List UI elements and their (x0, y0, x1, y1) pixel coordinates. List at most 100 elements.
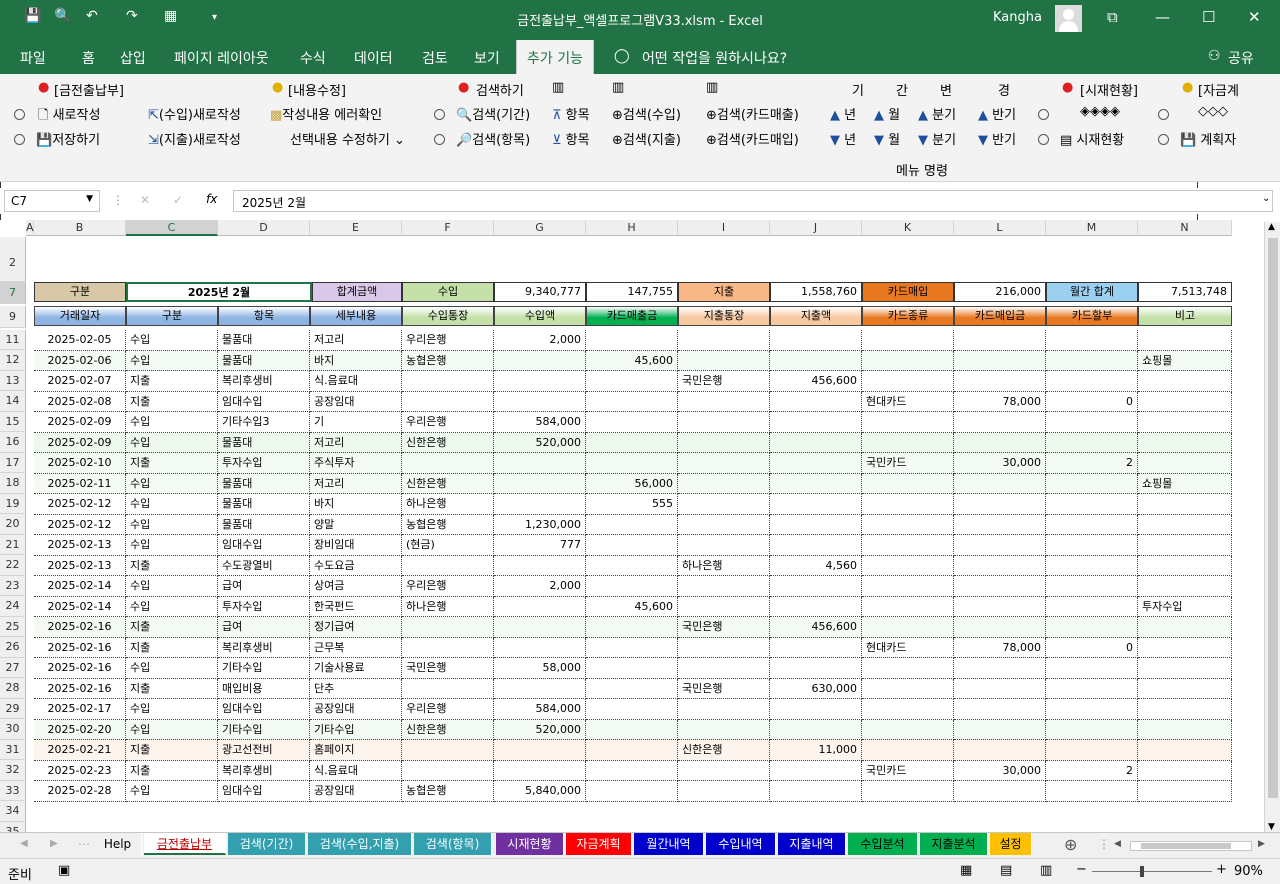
row-header[interactable]: 33 (0, 780, 26, 801)
save-button[interactable]: 💾저장하기 (36, 129, 100, 148)
table-cell[interactable]: 45,600 (586, 350, 678, 371)
table-cell[interactable] (954, 473, 1046, 494)
radio-option[interactable] (14, 107, 25, 122)
table-cell[interactable]: 630,000 (770, 678, 862, 699)
table-cell[interactable]: 기타수입 (218, 658, 310, 679)
table-cell[interactable]: 식.음료대 (310, 760, 402, 781)
table-cell[interactable]: 2025-02-12 (34, 494, 126, 515)
table-cell[interactable]: 물품대 (218, 473, 310, 494)
sheet-tab[interactable]: 월간내역 (634, 833, 704, 855)
vertical-scrollbar[interactable]: ▲ ▼ (1264, 222, 1280, 832)
month-down-button[interactable]: ▼ 월 (874, 129, 900, 148)
row-header[interactable]: 14 (0, 391, 26, 412)
table-cell[interactable]: 정기급여 (310, 617, 402, 638)
table-cell[interactable] (678, 432, 770, 453)
summary-total-label[interactable]: 합계금액 (312, 282, 402, 302)
table-cell[interactable] (494, 371, 586, 392)
table-cell[interactable]: 기술사용료 (310, 658, 402, 679)
row-header[interactable]: 9 (0, 306, 26, 328)
table-cell[interactable] (1138, 555, 1232, 576)
sheet-tab[interactable]: 검색(항목) (414, 833, 492, 855)
sheet-tab[interactable]: Help (94, 833, 142, 855)
table-cell[interactable]: 수입 (126, 514, 218, 535)
page-break-icon[interactable]: ▥ (1040, 863, 1052, 878)
table-cell[interactable] (1046, 473, 1138, 494)
row-header[interactable]: 30 (0, 719, 26, 740)
table-cell[interactable] (770, 596, 862, 617)
table-cell[interactable]: 단추 (310, 678, 402, 699)
table-cell[interactable] (862, 699, 954, 720)
table-cell[interactable] (1138, 432, 1232, 453)
table-cell[interactable] (1138, 514, 1232, 535)
table-cell[interactable]: 30,000 (954, 453, 1046, 474)
table-cell[interactable]: 지출 (126, 617, 218, 638)
table-cell[interactable] (678, 576, 770, 597)
column-header[interactable]: L (954, 220, 1046, 236)
table-cell[interactable]: 수도광열비 (218, 555, 310, 576)
table-cell[interactable] (494, 494, 586, 515)
maximize-icon[interactable]: ☐ (1202, 8, 1215, 26)
table-cell[interactable] (586, 330, 678, 351)
table-cell[interactable] (1046, 350, 1138, 371)
table-cell[interactable]: 584,000 (494, 699, 586, 720)
table-cell[interactable]: 수입 (126, 781, 218, 802)
table-cell[interactable]: 물품대 (218, 432, 310, 453)
table-cell[interactable]: 근무복 (310, 637, 402, 658)
table-cell[interactable]: (현금) (402, 535, 494, 556)
table-cell[interactable] (1046, 535, 1138, 556)
formula-input[interactable]: 2025년 2월 (233, 190, 1273, 212)
table-cell[interactable] (678, 330, 770, 351)
table-cell[interactable] (954, 658, 1046, 679)
table-cell[interactable]: 주식투자 (310, 453, 402, 474)
table-cell[interactable] (678, 412, 770, 433)
zoom-slider[interactable] (1092, 866, 1212, 877)
row-header[interactable]: 24 (0, 596, 26, 617)
column-header[interactable]: K (862, 220, 954, 236)
table-cell[interactable] (586, 699, 678, 720)
table-cell[interactable] (1046, 432, 1138, 453)
table-cell[interactable] (862, 412, 954, 433)
table-cell[interactable]: 2025-02-11 (34, 473, 126, 494)
table-cell[interactable]: 2,000 (494, 330, 586, 351)
summary-month-sum[interactable]: 7,513,748 (1138, 282, 1232, 302)
table-cell[interactable] (954, 350, 1046, 371)
table-cell[interactable]: 수입 (126, 576, 218, 597)
table-cell[interactable] (494, 596, 586, 617)
table-cell[interactable] (1138, 535, 1232, 556)
table-cell[interactable] (1046, 740, 1138, 761)
summary-month-sum-label[interactable]: 월간 합계 (1046, 282, 1138, 302)
radio-option[interactable] (1038, 107, 1049, 122)
search-card-buy-button[interactable]: ⊕검색(카드매입) (706, 129, 799, 148)
table-cell[interactable] (770, 760, 862, 781)
table-cell[interactable]: 공장임대 (310, 699, 402, 720)
table-cell[interactable] (770, 576, 862, 597)
table-cell[interactable]: 78,000 (954, 391, 1046, 412)
table-cell[interactable] (586, 617, 678, 638)
table-cell[interactable]: 급여 (218, 617, 310, 638)
table-cell[interactable] (1046, 514, 1138, 535)
table-cell[interactable] (1138, 699, 1232, 720)
sheet-tab[interactable]: 설정 (990, 833, 1032, 855)
table-cell[interactable]: 58,000 (494, 658, 586, 679)
table-cell[interactable] (954, 514, 1046, 535)
column-header[interactable]: H (586, 220, 678, 236)
table-cell[interactable]: 0 (1046, 637, 1138, 658)
table-cell[interactable]: 2025-02-08 (34, 391, 126, 412)
modify-selection-dropdown[interactable]: 선택내용 수정하기 ⌄ (290, 129, 405, 148)
hscroll-left-icon[interactable]: ◀ (1114, 839, 1121, 849)
table-cell[interactable] (1046, 781, 1138, 802)
table-cell[interactable]: 우리은행 (402, 330, 494, 351)
cancel-icon[interactable]: ✕ (140, 193, 150, 207)
more-sheets-icon[interactable]: ⋯ (78, 837, 90, 851)
table-cell[interactable]: 임대수입 (218, 535, 310, 556)
table-cell[interactable]: 수입 (126, 699, 218, 720)
table-cell[interactable] (954, 699, 1046, 720)
table-cell[interactable]: 45,600 (586, 596, 678, 617)
table-cell[interactable]: 2025-02-13 (34, 555, 126, 576)
table-cell[interactable] (954, 740, 1046, 761)
table-cell[interactable] (1138, 781, 1232, 802)
table-cell[interactable]: 2025-02-12 (34, 514, 126, 535)
table-cell[interactable]: 4,560 (770, 555, 862, 576)
summary-income[interactable]: 9,340,777 (494, 282, 586, 302)
search-expense-button[interactable]: ⊕검색(지출) (612, 129, 681, 148)
